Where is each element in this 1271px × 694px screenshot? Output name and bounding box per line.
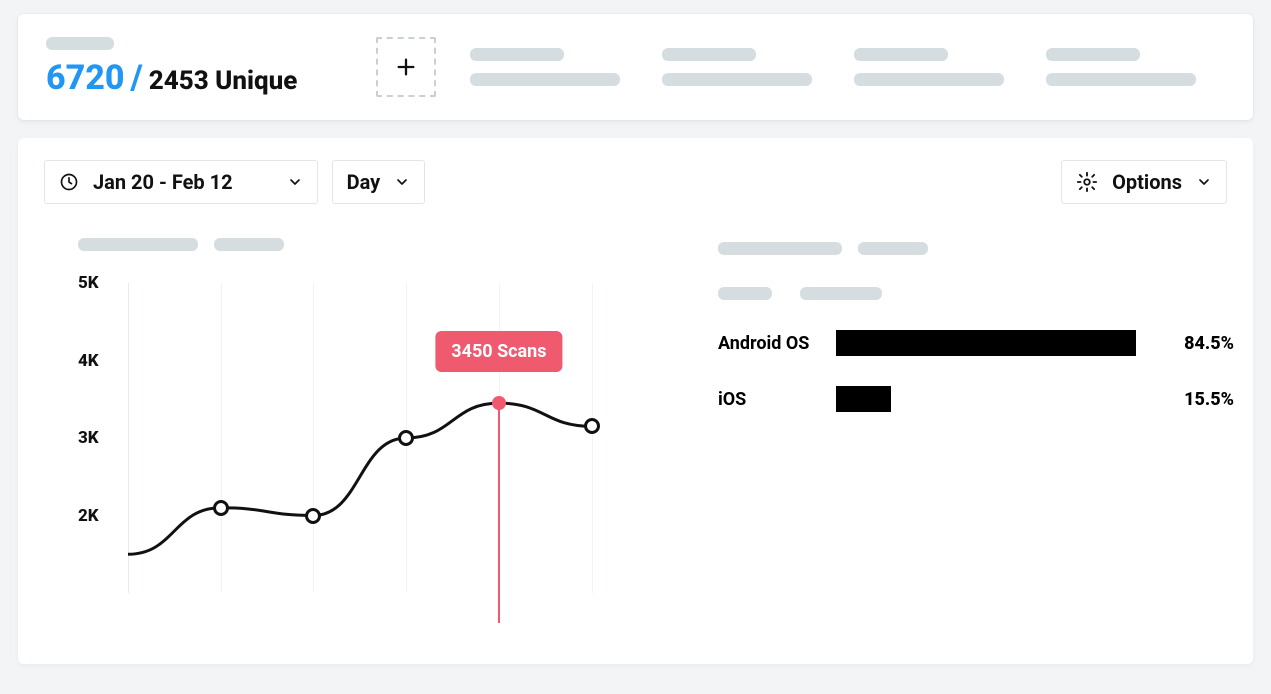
chart-header: [78, 238, 684, 251]
y-tick-label: 4K: [78, 351, 99, 371]
stat-placeholder-2: [662, 48, 812, 86]
panels: 5K4K3K2K3450 Scans Android OS84.5%iOS15.…: [44, 238, 1227, 658]
y-tick-label: 2K: [78, 506, 99, 526]
scans-chart-panel: 5K 4K 3K 2K 3450 Scans: [44, 238, 684, 658]
date-range-picker[interactable]: Jan 20 - Feb 12: [44, 160, 318, 204]
os-header: [718, 242, 1234, 255]
placeholder-line: [858, 242, 928, 255]
stat-title-placeholder: [46, 37, 114, 50]
grid-line: [313, 283, 314, 593]
os-bar-track: [836, 386, 1136, 412]
placeholder-line: [662, 48, 756, 61]
options-label: Options: [1112, 170, 1182, 194]
chevron-down-icon: [394, 174, 410, 190]
tooltip-guideline: [498, 403, 500, 623]
placeholder-line: [854, 73, 1004, 86]
chart-line-path: [78, 283, 638, 593]
os-row: iOS 15.5%: [718, 384, 1234, 414]
granularity-label: Day: [347, 170, 381, 194]
grid-line: [592, 283, 593, 593]
os-percent: 84.5%: [1154, 333, 1234, 354]
os-percent: 15.5%: [1154, 389, 1234, 410]
os-bar: [836, 386, 891, 412]
add-stat-button[interactable]: [376, 37, 436, 97]
chevron-down-icon: [287, 174, 303, 190]
options-button[interactable]: Options: [1061, 160, 1227, 204]
grid-line: [221, 283, 222, 593]
placeholder-line: [662, 73, 812, 86]
os-rows: Android OS 84.5% iOS 15.5%: [718, 328, 1234, 414]
tooltip-dot: [492, 396, 506, 410]
stat-placeholder-3: [854, 48, 1004, 86]
os-breakdown-panel: Android OS 84.5% iOS 15.5%: [718, 238, 1234, 658]
placeholder-line: [470, 48, 564, 61]
y-axis: [128, 283, 129, 593]
os-bar-track: [836, 330, 1136, 356]
clock-icon: [59, 172, 79, 192]
chart-tooltip: 3450 Scans: [435, 331, 562, 372]
placeholder-line: [800, 287, 882, 300]
placeholder-line: [214, 238, 284, 251]
data-point[interactable]: [305, 508, 321, 524]
stat-value: 6720/ 2453 Unique: [46, 58, 376, 98]
plus-icon: [395, 56, 417, 78]
stat-total: 6720: [46, 58, 124, 98]
y-tick-label: 3K: [78, 428, 99, 448]
placeholder-line: [1046, 48, 1140, 61]
stat-slash: /: [130, 58, 142, 98]
placeholder-line: [718, 242, 842, 255]
os-label: Android OS: [718, 333, 818, 354]
os-subheader: [718, 287, 1234, 300]
stat-placeholder-1: [470, 48, 620, 86]
placeholder-line: [1046, 73, 1196, 86]
placeholder-line: [78, 238, 198, 251]
top-stats-card: 6720/ 2453 Unique: [18, 14, 1253, 120]
main-card: Jan 20 - Feb 12 Day Options 5K 4K 3K 2K 3450…: [18, 138, 1253, 664]
gear-icon: [1076, 171, 1098, 193]
stat-placeholder-4: [1046, 48, 1196, 86]
os-label: iOS: [718, 389, 818, 410]
os-row: Android OS 84.5%: [718, 328, 1234, 358]
placeholder-line: [854, 48, 948, 61]
data-point[interactable]: [398, 430, 414, 446]
toolbar: Jan 20 - Feb 12 Day Options: [44, 160, 1227, 204]
os-bar: [836, 330, 1136, 356]
granularity-picker[interactable]: Day: [332, 160, 426, 204]
data-point[interactable]: [213, 500, 229, 516]
y-tick-label: 5K: [78, 273, 99, 293]
stat-unique: 2453 Unique: [149, 66, 298, 96]
scans-line-chart[interactable]: 5K4K3K2K3450 Scans: [78, 283, 638, 593]
chevron-down-icon: [1196, 174, 1212, 190]
placeholder-line: [718, 287, 772, 300]
placeholder-line: [470, 73, 620, 86]
date-range-label: Jan 20 - Feb 12: [93, 170, 233, 194]
stat-total-block: 6720/ 2453 Unique: [46, 37, 376, 98]
data-point[interactable]: [584, 418, 600, 434]
